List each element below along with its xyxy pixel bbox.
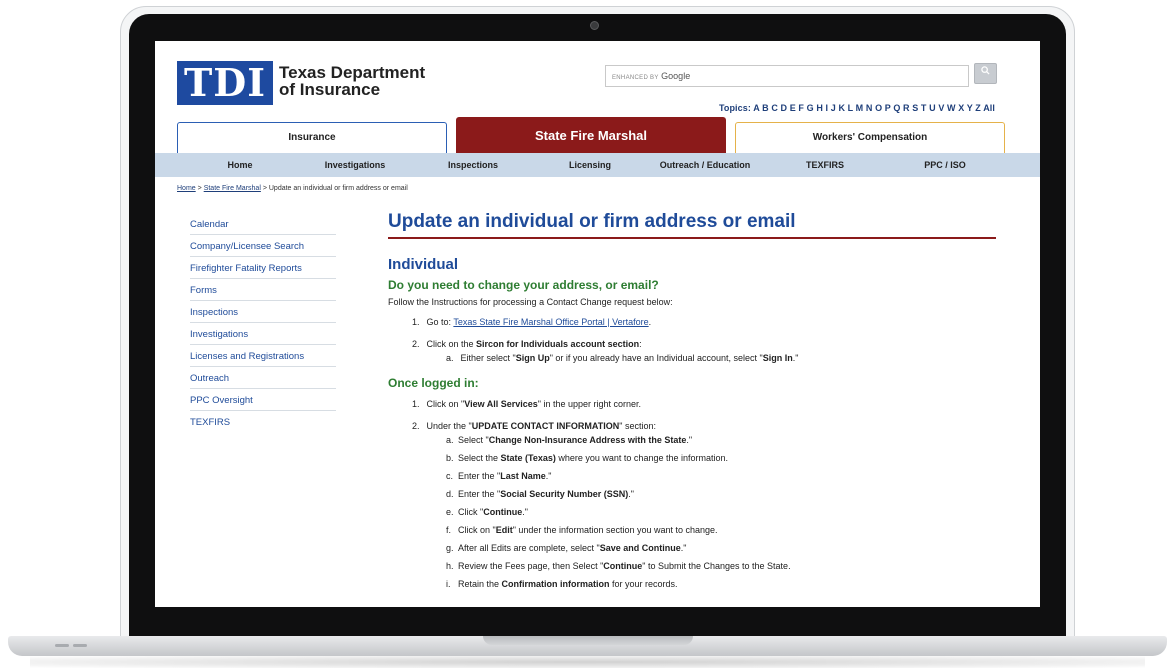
nav-licensing[interactable]: Licensing [545,153,635,177]
main-content: Update an individual or firm address or … [388,209,996,591]
topics-label: Topics: [718,103,751,113]
sidebar-nav: Calendar Company/Licensee Search Firefig… [190,213,336,433]
sidebar-item-texfirs[interactable]: TEXFIRS [190,411,336,433]
base-port [73,644,87,647]
list-item: a. Either select "Sign Up" or if you alr… [446,353,799,363]
list-number: 1. [412,317,420,327]
logo-mark: TDI [183,60,266,105]
question-heading: Do you need to change your address, or e… [388,278,659,292]
search-enhanced-label: ENHANCED BY [612,75,659,81]
list-item: 2. Under the "UPDATE CONTACT INFORMATION… [412,421,656,431]
sidebar-item-investigations[interactable]: Investigations [190,323,336,345]
list-letter: a. [446,353,454,363]
nav-ppc-iso[interactable]: PPC / ISO [895,153,995,177]
laptop-mockup: TDI Texas Department of Insurance ENHANC… [0,0,1175,672]
sidebar-item-licenses-registrations[interactable]: Licenses and Registrations [190,345,336,367]
nav-texfirs[interactable]: TEXFIRS [785,153,865,177]
list-item: h. Review the Fees page, then Select "Con… [446,561,791,571]
nav-home[interactable]: Home [195,153,285,177]
sidebar-item-forms[interactable]: Forms [190,279,336,301]
logo-wordmark[interactable]: Texas Department of Insurance [279,64,479,98]
section-heading: Individual [388,256,459,273]
list-item: f. Click on "Edit" under the information … [446,525,718,535]
tab-workers-compensation[interactable]: Workers' Compensation [735,122,1005,153]
search-google-label: Google [661,71,691,81]
portal-link[interactable]: Texas State Fire Marshal Office Portal |… [453,317,648,327]
laptop-shadow [30,656,1145,668]
list-item: g. After all Edits are complete, select "… [446,543,687,553]
tdi-logo[interactable]: TDI [177,61,273,105]
topics-letters[interactable]: A B C D E F G H I J K L M N O P Q R S T … [753,103,981,113]
list-item: a. Select "Change Non-Insurance Address w… [446,435,693,445]
nav-investigations[interactable]: Investigations [307,153,403,177]
search-button[interactable] [974,63,997,84]
list-item: c. Enter the "Last Name." [446,471,552,481]
tab-label: Workers' Compensation [812,132,928,143]
list-number: 1. [412,399,420,409]
sidebar-item-company-licensee-search[interactable]: Company/Licensee Search [190,235,336,257]
logo-line-1: Texas Department [279,63,426,82]
breadcrumb-current: Update an individual or firm address or … [268,185,408,192]
breadcrumb-section-link[interactable]: State Fire Marshal [204,185,261,192]
sidebar-item-ppc-oversight[interactable]: PPC Oversight [190,389,336,411]
list-item: i. Retain the Confirmation information fo… [446,579,678,589]
breadcrumb-separator: > [262,185,267,192]
sidebar-item-firefighter-fatality-reports[interactable]: Firefighter Fatality Reports [190,257,336,279]
title-divider [388,237,996,239]
list-item: b. Select the State (Texas) where you wan… [446,453,728,463]
list-item: d. Enter the "Social Security Number (SSN… [446,489,634,499]
main-nav: Home Investigations Inspections Licensin… [155,153,1040,177]
search-input[interactable]: ENHANCED BY Google [605,65,969,87]
nav-outreach-education[interactable]: Outreach / Education [645,153,765,177]
tab-insurance[interactable]: Insurance [177,122,447,153]
list-item: 1. Click on "View All Services" in the u… [412,399,642,409]
intro-text: Follow the Instructions for processing a… [388,297,673,307]
logged-in-heading: Once logged in: [388,376,479,390]
sidebar-item-calendar[interactable]: Calendar [190,213,336,235]
search-icon [981,66,990,75]
page-title: Update an individual or firm address or … [388,211,796,232]
tab-label: Insurance [288,132,336,143]
laptop-hinge-notch [483,636,693,645]
sidebar-item-outreach[interactable]: Outreach [190,367,336,389]
browser-screen: TDI Texas Department of Insurance ENHANC… [155,41,1040,607]
list-number: 2. [412,339,420,349]
base-port [55,644,69,647]
topics-index: Topics: A B C D E F G H I J K L M N O P … [575,103,995,113]
camera-icon [590,21,599,30]
sidebar-item-inspections[interactable]: Inspections [190,301,336,323]
list-item: e. Click "Continue." [446,507,528,517]
tab-state-fire-marshal[interactable]: State Fire Marshal [456,117,726,153]
nav-inspections[interactable]: Inspections [425,153,521,177]
logo-line-2: of Insurance [279,80,381,99]
list-item: 2. Click on the Sircon for Individuals a… [412,339,642,349]
topics-all-link[interactable]: All [983,103,995,113]
list-item: 1. Go to: Texas State Fire Marshal Offic… [412,317,652,327]
tab-label: State Fire Marshal [535,128,647,143]
breadcrumb-home-link[interactable]: Home [177,185,196,192]
breadcrumb: Home > State Fire Marshal > Update an in… [177,185,408,192]
list-number: 2. [412,421,420,431]
breadcrumb-separator: > [197,185,202,192]
